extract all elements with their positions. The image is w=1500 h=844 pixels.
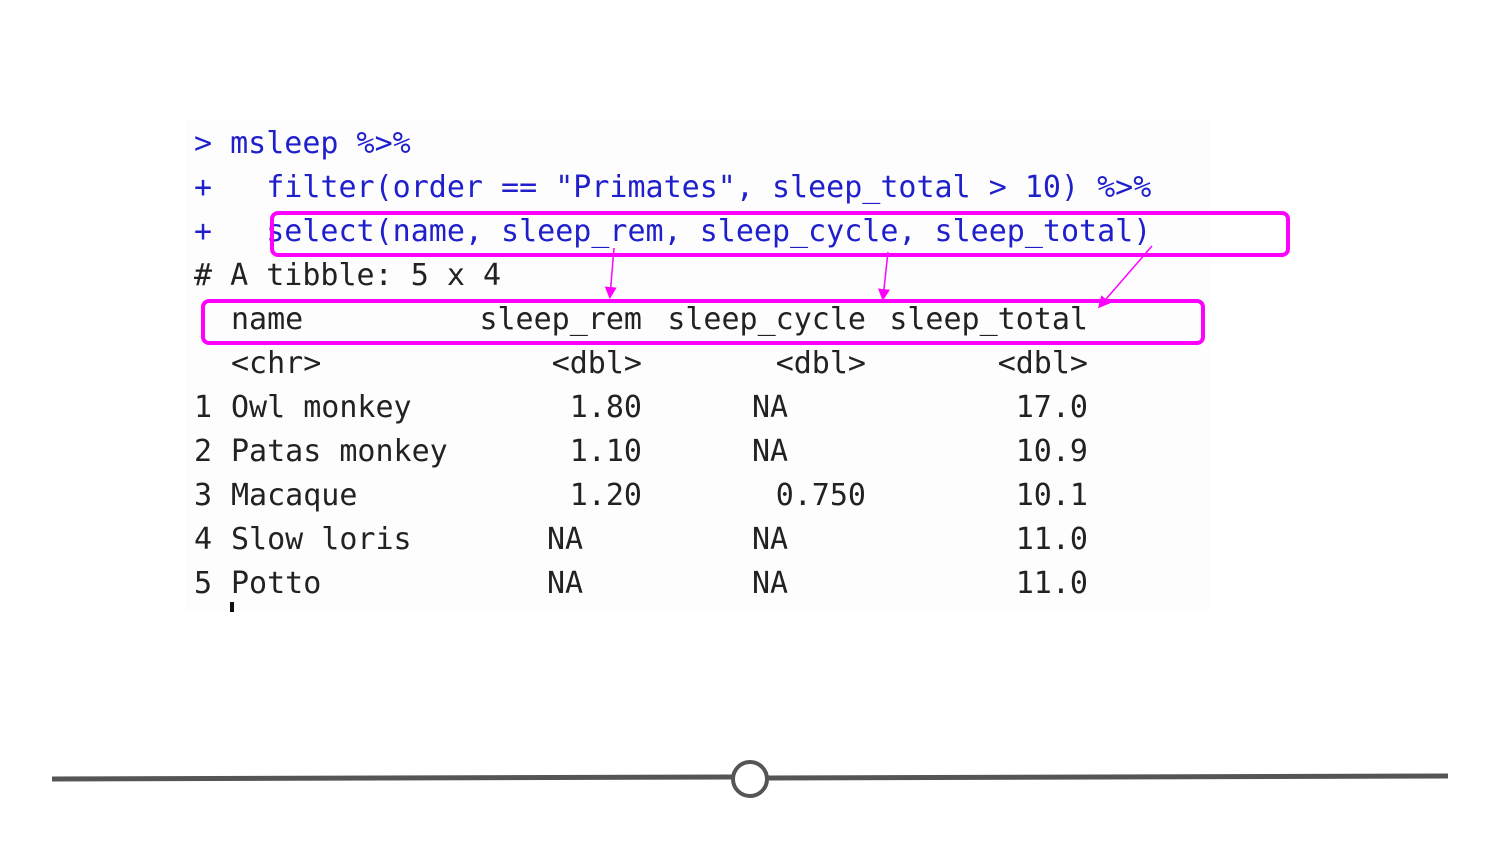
slide-progress-slider[interactable] — [0, 0, 1500, 844]
slider-track-right — [767, 773, 1449, 781]
circle-handle-icon[interactable] — [731, 760, 769, 798]
slider-track-left — [51, 774, 733, 782]
